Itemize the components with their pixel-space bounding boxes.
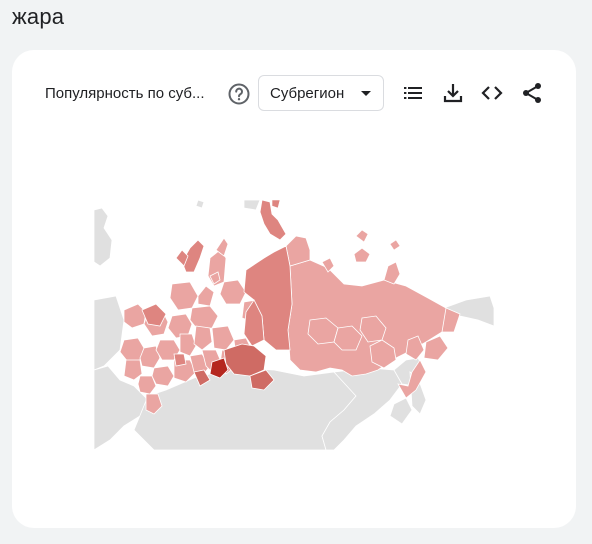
map-svg bbox=[94, 200, 494, 450]
map-region[interactable] bbox=[123, 359, 143, 381]
map-region[interactable] bbox=[355, 229, 369, 243]
map-region bbox=[94, 207, 113, 267]
caret-down-icon bbox=[361, 91, 371, 96]
map-region[interactable] bbox=[169, 281, 199, 311]
choropleth-map[interactable] bbox=[94, 200, 494, 450]
map-region[interactable] bbox=[137, 375, 157, 395]
list-icon[interactable] bbox=[401, 81, 425, 105]
map-region[interactable] bbox=[193, 325, 213, 351]
map-region[interactable] bbox=[123, 303, 147, 329]
resolution-select-value: Субрегион bbox=[270, 85, 345, 102]
map-region[interactable] bbox=[151, 365, 175, 387]
map-region[interactable] bbox=[389, 239, 401, 251]
map-region[interactable] bbox=[197, 285, 215, 307]
map-region bbox=[389, 397, 413, 425]
help-circle-icon[interactable] bbox=[227, 82, 251, 106]
map-region[interactable] bbox=[219, 279, 247, 305]
map-region bbox=[94, 295, 125, 371]
map-region[interactable] bbox=[173, 353, 187, 367]
region-interest-card: Популярность по суб... Субрегион bbox=[12, 50, 576, 528]
resolution-select[interactable]: Субрегион bbox=[258, 75, 384, 111]
map-region[interactable] bbox=[189, 305, 219, 331]
map-region[interactable] bbox=[179, 333, 197, 357]
map-region bbox=[195, 200, 205, 209]
download-icon[interactable] bbox=[441, 81, 465, 105]
share-icon[interactable] bbox=[520, 81, 544, 105]
map-region bbox=[243, 200, 261, 211]
map-region[interactable] bbox=[271, 200, 281, 209]
code-embed-icon[interactable] bbox=[480, 81, 504, 105]
page-title: жара bbox=[12, 4, 65, 29]
card-header: Популярность по суб... Субрегион bbox=[12, 75, 576, 113]
map-region[interactable] bbox=[211, 325, 235, 351]
card-title: Популярность по суб... bbox=[45, 85, 205, 102]
map-region[interactable] bbox=[353, 247, 371, 263]
map-region[interactable] bbox=[383, 261, 401, 285]
